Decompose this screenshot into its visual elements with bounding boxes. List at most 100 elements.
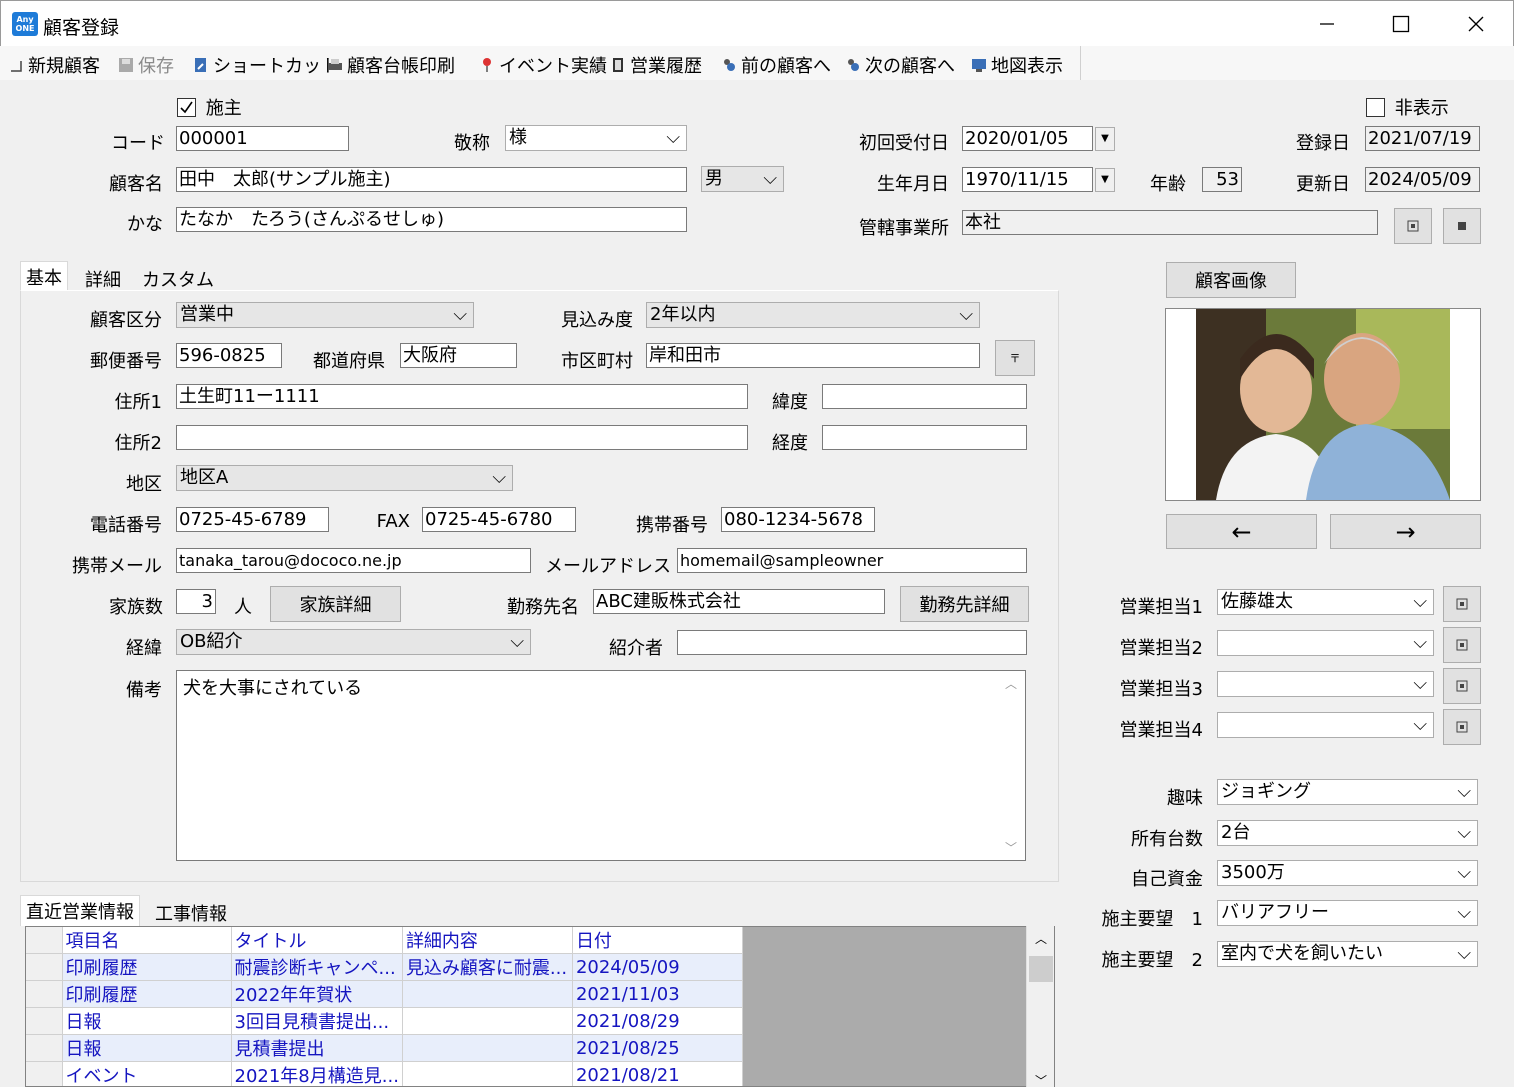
table-cell[interactable]	[402, 1007, 573, 1035]
table-row[interactable]: イベント 2021年8月構造見... 2021/08/21	[26, 1061, 743, 1086]
scroll-down-icon[interactable]: ﹀	[1035, 1072, 1047, 1087]
prefecture-field[interactable]: 大阪府	[400, 343, 517, 368]
address2-field[interactable]	[176, 425, 748, 450]
table-cell[interactable]: 日報	[62, 1034, 232, 1062]
hidden-check[interactable]	[1366, 97, 1385, 117]
owner-check[interactable]	[177, 97, 196, 117]
funds-select[interactable]: 3500万 ⌵	[1217, 860, 1478, 886]
scroll-thumb[interactable]	[1029, 956, 1053, 982]
table-cell[interactable]: 見込み顧客に耐震...	[402, 953, 573, 981]
maximize-button[interactable]	[1381, 9, 1421, 39]
table-cell[interactable]	[402, 980, 573, 1008]
birthdate-field[interactable]: 1970/11/15	[962, 167, 1093, 192]
phone-field[interactable]: 0725-45-6789	[176, 507, 329, 532]
table-cell[interactable]: イベント	[62, 1061, 232, 1086]
request2-select[interactable]: 室内で犬を飼いたい ⌵	[1217, 941, 1478, 967]
table-cell[interactable]: 2021/08/29	[572, 1007, 743, 1035]
table-cell[interactable]: 印刷履歴	[62, 980, 232, 1008]
column-header[interactable]: 日付	[572, 927, 743, 954]
referrer-field[interactable]	[677, 630, 1027, 655]
close-button[interactable]	[1456, 9, 1496, 39]
cars-select[interactable]: 2台 ⌵	[1217, 820, 1478, 846]
sales-rep1-button[interactable]	[1443, 586, 1481, 622]
table-cell[interactable]: 印刷履歴	[62, 953, 232, 981]
column-header[interactable]: 項目名	[62, 927, 232, 954]
table-cell[interactable]: 2021/08/21	[572, 1061, 743, 1086]
hidden-checkbox[interactable]: 非表示	[1366, 94, 1449, 120]
birthdate-dropdown[interactable]: ▼	[1095, 168, 1115, 192]
office-select-button[interactable]	[1394, 208, 1432, 244]
mobile-mail-field[interactable]: tanaka_tarou@dococo.ne.jp	[176, 548, 531, 573]
employer-field[interactable]: ABC建販株式会社	[593, 589, 885, 614]
prev-customer-button[interactable]: 前の顧客へ	[721, 52, 831, 78]
table-cell[interactable]: 2024/05/09	[572, 953, 743, 981]
request1-select[interactable]: バリアフリー ⌵	[1217, 900, 1478, 926]
scroll-down-icon[interactable]: ﹀	[1005, 839, 1017, 856]
first-contact-dropdown[interactable]: ▼	[1095, 127, 1115, 151]
latitude-field[interactable]	[822, 384, 1027, 409]
table-cell[interactable]: 見積書提出	[231, 1034, 403, 1062]
table-cell[interactable]: 日報	[62, 1007, 232, 1035]
table-cell[interactable]	[402, 1061, 573, 1086]
grid-scrollbar[interactable]: ︿ ﹀	[1026, 926, 1054, 1087]
tab-construction[interactable]: 工事情報	[150, 898, 232, 928]
zip-field[interactable]: 596-0825	[176, 343, 282, 368]
table-row[interactable]: 日報 3回目見積書提出... 2021/08/29	[26, 1007, 743, 1035]
notes-field[interactable]: 犬を大事にされている ︿ ﹀	[176, 670, 1026, 861]
table-cell[interactable]: 3回目見積書提出...	[231, 1007, 403, 1035]
category-select[interactable]: 営業中 ⌵	[176, 302, 474, 328]
hobby-select[interactable]: ジョギング ⌵	[1217, 779, 1478, 805]
tab-basic[interactable]: 基本	[20, 261, 68, 292]
fax-field[interactable]: 0725-45-6780	[422, 507, 576, 532]
customer-image-button[interactable]: 顧客画像	[1166, 262, 1296, 298]
owner-checkbox[interactable]: 施主	[177, 94, 242, 120]
sales-rep4-select[interactable]: ⌵	[1217, 712, 1434, 738]
event-history-button[interactable]: イベント実績	[479, 52, 607, 78]
sales-rep1-select[interactable]: 佐藤雄太 ⌵	[1217, 589, 1434, 615]
zip-lookup-button[interactable]: 〒	[995, 340, 1035, 376]
sales-rep2-button[interactable]	[1443, 627, 1481, 663]
mail-field[interactable]: homemail@sampleowner	[677, 548, 1027, 573]
mobile-field[interactable]: 080-1234-5678	[721, 507, 875, 532]
code-field[interactable]: 000001	[176, 126, 349, 151]
city-field[interactable]: 岸和田市	[646, 343, 980, 368]
column-header[interactable]: 詳細内容	[402, 927, 573, 954]
prev-image-button[interactable]: ←	[1166, 514, 1317, 549]
sales-rep2-select[interactable]: ⌵	[1217, 630, 1434, 656]
print-ledger-button[interactable]: 顧客台帳印刷	[327, 52, 455, 78]
table-row[interactable]: 日報 見積書提出 2021/08/25	[26, 1034, 743, 1062]
sales-rep3-button[interactable]	[1443, 668, 1481, 704]
scroll-up-icon[interactable]: ︿	[1035, 930, 1047, 947]
shortcut-button[interactable]: ショートカット	[193, 52, 339, 78]
tab-recent-sales[interactable]: 直近営業情報	[20, 895, 140, 926]
honorific-select[interactable]: 様 ⌵	[505, 125, 687, 151]
sales-rep3-select[interactable]: ⌵	[1217, 671, 1434, 697]
column-header[interactable]: タイトル	[231, 927, 403, 954]
sales-history-button[interactable]: 営業履歴	[610, 52, 702, 78]
table-cell[interactable]: 2021/11/03	[572, 980, 743, 1008]
scroll-up-icon[interactable]: ︿	[1005, 675, 1017, 692]
next-image-button[interactable]: →	[1330, 514, 1481, 549]
customer-name-field[interactable]: 田中 太郎(サンプル施主)	[176, 167, 687, 192]
new-customer-button[interactable]: 新規顧客	[8, 52, 100, 78]
kana-field[interactable]: たなか たろう(さんぷるせしゅ)	[176, 207, 687, 232]
family-detail-button[interactable]: 家族詳細	[270, 586, 401, 622]
table-row[interactable]: 印刷履歴 2022年年賀状 2021/11/03	[26, 980, 743, 1008]
table-cell[interactable]	[402, 1034, 573, 1062]
table-cell[interactable]: 2021/08/25	[572, 1034, 743, 1062]
table-cell[interactable]: 2021年8月構造見...	[231, 1061, 403, 1086]
route-select[interactable]: OB紹介 ⌵	[176, 629, 531, 655]
save-button[interactable]: 保存	[118, 52, 174, 78]
sales-rep4-button[interactable]	[1443, 709, 1481, 745]
table-cell[interactable]: 耐震診断キャンペ...	[231, 953, 403, 981]
longitude-field[interactable]	[822, 425, 1027, 450]
table-cell[interactable]: 2022年年賀状	[231, 980, 403, 1008]
table-row[interactable]: 印刷履歴 耐震診断キャンペ... 見込み顧客に耐震... 2024/05/09	[26, 953, 743, 981]
next-customer-button[interactable]: 次の顧客へ	[845, 52, 955, 78]
first-contact-field[interactable]: 2020/01/05	[962, 126, 1093, 151]
family-count-field[interactable]: 3	[176, 589, 216, 614]
minimize-button[interactable]	[1307, 9, 1347, 39]
office-clear-button[interactable]	[1443, 208, 1481, 244]
address1-field[interactable]: 土生町11ー1111	[176, 384, 748, 409]
employer-detail-button[interactable]: 勤務先詳細	[900, 586, 1029, 622]
